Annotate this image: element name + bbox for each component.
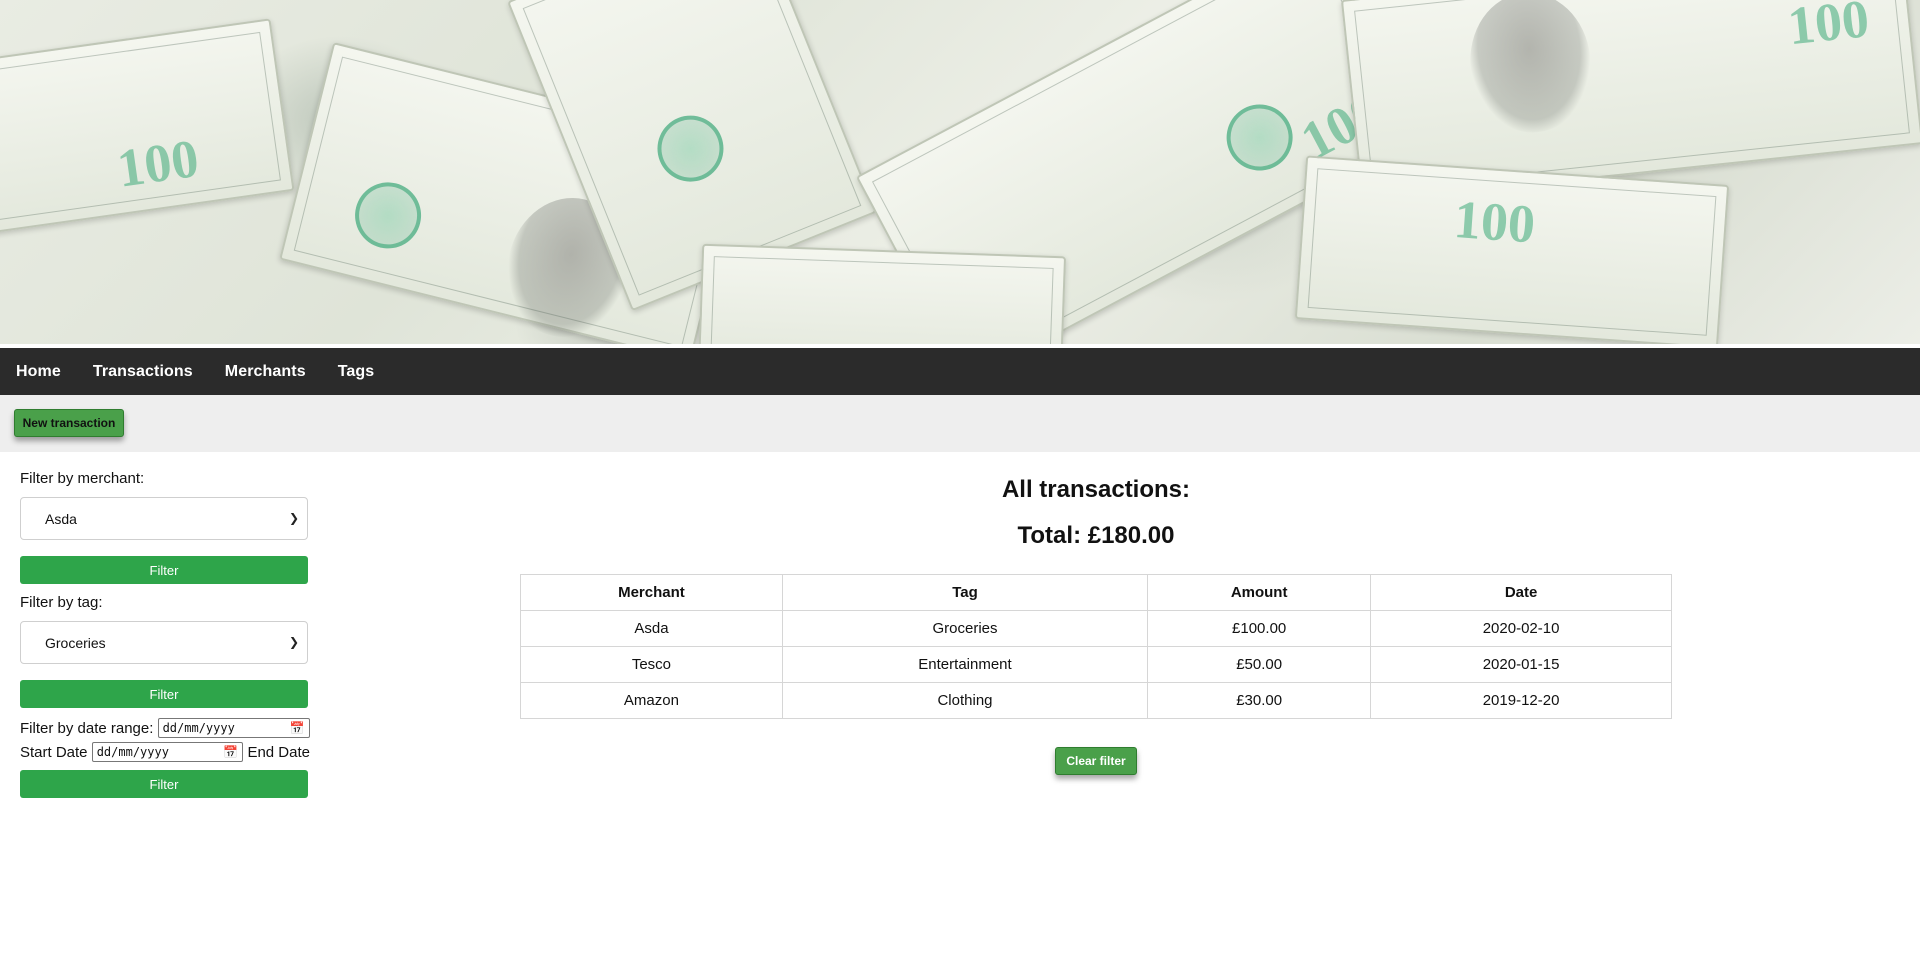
merchant-cell: Asda [520,610,783,647]
column-header: Amount [1147,574,1372,611]
amount-cell: £50.00 [1147,646,1372,683]
column-header: Date [1370,574,1672,611]
banknote-graphic: 100 [1294,155,1730,344]
total-amount: Total: £180.00 [1017,522,1175,549]
chevron-down-icon: ❯ [288,511,299,525]
nav-merchants-link[interactable]: Merchants [225,363,306,381]
new-transaction-button[interactable]: New transaction [14,409,124,437]
banknote-graphic: 100 [0,18,295,236]
date-cell: 2020-02-10 [1370,610,1672,647]
hero-banner-money-image: 100 100 100 100 [0,0,1920,344]
nav-home-link[interactable]: Home [16,363,61,381]
action-toolbar: New transaction [0,395,1920,452]
merchant-cell: Amazon [520,682,783,719]
filter-sidebar: Filter by merchant: Asda ❯ Filter Filter… [20,470,310,798]
transactions-table: Merchant Tag Amount Date Asda Groceries … [520,574,1672,719]
start-date-placeholder: dd/mm/yyyy [162,721,235,735]
merchant-select[interactable]: Asda ❯ [20,497,308,540]
column-header: Merchant [520,574,783,611]
tag-select-value: Groceries [45,634,106,651]
page-title: All transactions: [1001,476,1191,503]
main-navigation: Home Transactions Merchants Tags [0,348,1920,395]
end-date-placeholder: dd/mm/yyyy [96,745,169,759]
content-area: Filter by merchant: Asda ❯ Filter Filter… [0,452,1920,912]
banknote-graphic [697,243,1067,344]
tag-filter-label: Filter by tag: [20,594,103,611]
date-cell: 2020-01-15 [1370,646,1672,683]
chevron-down-icon: ❯ [288,635,299,649]
date-cell: 2019-12-20 [1370,682,1672,719]
transactions-panel: All transactions: Total: £180.00 Merchan… [520,470,1672,775]
date-range-label: Filter by date range: [20,719,154,737]
start-date-input[interactable]: dd/mm/yyyy 📅 [157,718,310,738]
table-row: Amazon Clothing £30.00 2019-12-20 [520,682,1672,719]
calendar-icon[interactable]: 📅 [290,721,305,735]
merchant-cell: Tesco [520,646,783,683]
tag-cell: Clothing [781,682,1149,719]
clear-filter-button[interactable]: Clear filter [1055,747,1137,775]
date-range-row: Filter by date range: dd/mm/yyyy 📅 [20,718,310,738]
tag-select[interactable]: Groceries ❯ [20,621,308,664]
tag-cell: Entertainment [781,646,1149,683]
table-row: Tesco Entertainment £50.00 2020-01-15 [520,646,1672,683]
date-filter-button[interactable]: Filter [20,770,308,798]
tag-filter-button[interactable]: Filter [20,680,308,708]
tag-cell: Groceries [781,610,1149,647]
nav-tags-link[interactable]: Tags [338,363,375,381]
start-date-label: Start Date [20,743,88,761]
calendar-icon[interactable]: 📅 [223,745,238,759]
nav-transactions-link[interactable]: Transactions [93,363,193,381]
table-header-row: Merchant Tag Amount Date [520,574,1672,611]
merchant-filter-button[interactable]: Filter [20,556,308,584]
amount-cell: £100.00 [1147,610,1372,647]
merchant-select-value: Asda [45,510,77,527]
column-header: Tag [781,574,1149,611]
merchant-filter-label: Filter by merchant: [20,470,145,487]
date-range-row-2: Start Date dd/mm/yyyy 📅 End Date [20,742,310,762]
table-row: Asda Groceries £100.00 2020-02-10 [520,610,1672,647]
end-date-input[interactable]: dd/mm/yyyy 📅 [91,742,244,762]
end-date-label: End Date [247,743,310,761]
amount-cell: £30.00 [1147,682,1372,719]
